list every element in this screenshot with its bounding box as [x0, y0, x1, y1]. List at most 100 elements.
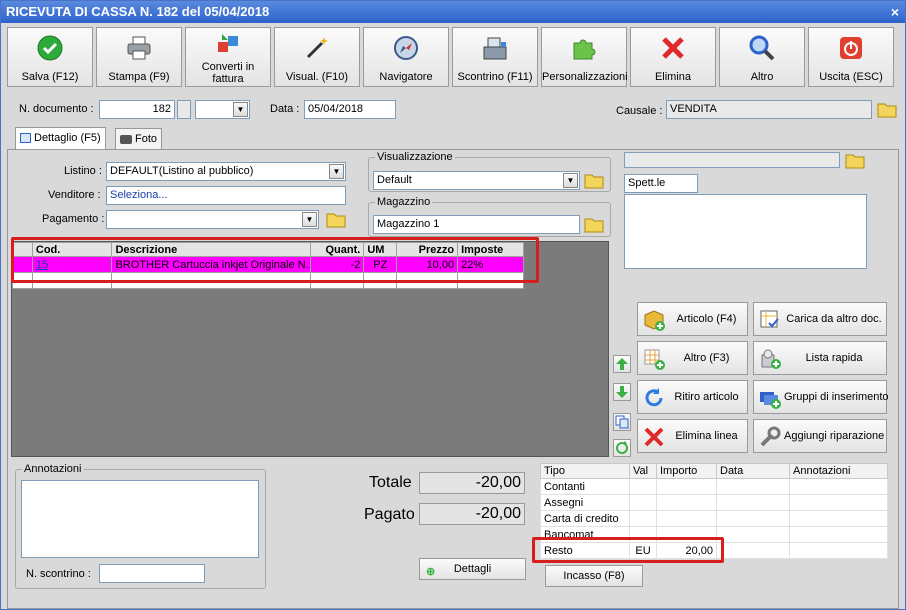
listino-combo[interactable]: DEFAULT(Listino al pubblico) ▼ [106, 162, 346, 181]
spett-input[interactable]: Spett.le [624, 174, 698, 193]
cell-annotazioni[interactable] [789, 478, 888, 495]
col-val: Val [629, 463, 657, 479]
chevron-down-icon[interactable]: ▼ [302, 212, 317, 227]
details-button[interactable]: ⊕ Dettagli [419, 558, 526, 580]
table-row[interactable]: 15 BROTHER Cartuccia inkjet Originale N.… [12, 256, 524, 273]
doc-number-input[interactable]: 182 [99, 100, 175, 119]
close-icon[interactable]: × [891, 1, 899, 23]
delete-line-button[interactable]: Elimina linea [637, 419, 748, 453]
move-down-button[interactable] [613, 383, 631, 401]
add-article-label: Articolo (F4) [676, 313, 737, 325]
folder-icon[interactable] [326, 210, 346, 228]
receipt-button[interactable]: Scontrino (F11) [452, 27, 538, 87]
doc-number-spin[interactable] [177, 100, 191, 119]
cell-descrizione[interactable]: BROTHER Cartuccia inkjet Originale N... [111, 256, 312, 273]
copy-row-button[interactable] [613, 413, 631, 431]
pagato-value: -20,00 [419, 503, 525, 525]
cell-val[interactable] [629, 478, 657, 495]
magic-wand-icon [306, 37, 328, 59]
cell-val[interactable]: EU [629, 542, 657, 559]
other-button[interactable]: Altro [719, 27, 805, 87]
refresh-row-button[interactable] [613, 439, 631, 457]
table-row[interactable]: Assegni [540, 494, 888, 511]
cell-data[interactable] [716, 542, 790, 559]
other-article-button[interactable]: Altro (F3) [637, 341, 748, 375]
cell-importo[interactable] [656, 494, 717, 511]
venditore-input[interactable]: Seleziona... [106, 186, 346, 205]
convert-invoice-button[interactable]: Converti in fattura [185, 27, 271, 87]
folder-icon[interactable] [584, 215, 604, 233]
cell-prezzo[interactable]: 10,00 [396, 256, 459, 273]
visualizzazione-combo[interactable]: Default ▼ [373, 171, 580, 190]
notes-textarea[interactable] [21, 480, 259, 558]
cell-importo[interactable]: 20,00 [656, 542, 717, 559]
print-label: Stampa (F9) [108, 71, 170, 83]
tab-foto[interactable]: Foto [115, 128, 163, 150]
cell-importo[interactable] [656, 478, 717, 495]
cell-annotazioni[interactable] [789, 526, 888, 543]
customer-top-input[interactable] [624, 152, 840, 168]
table-row-empty[interactable] [12, 272, 524, 289]
navigator-button[interactable]: Navigatore [363, 27, 449, 87]
chevron-down-icon[interactable]: ▼ [233, 102, 248, 117]
items-grid[interactable]: Cod. Descrizione Quant. UM Prezzo Impost… [11, 241, 609, 457]
add-repair-button[interactable]: Aggiungi riparazione [753, 419, 887, 453]
scontrino-input[interactable] [99, 564, 205, 583]
cell-cod[interactable]: 15 [31, 256, 113, 273]
load-other-doc-label: Carica da altro doc. [786, 313, 882, 325]
tab-dettaglio[interactable]: Dettaglio (F5) [15, 127, 106, 150]
delete-button[interactable]: Elimina [630, 27, 716, 87]
return-article-button[interactable]: Ritiro articolo [637, 380, 748, 414]
table-row[interactable]: Carta di credito [540, 510, 888, 527]
doc-suffix-combo[interactable]: ▼ [195, 100, 250, 119]
print-button[interactable]: Stampa (F9) [96, 27, 182, 87]
navigator-label: Navigatore [379, 71, 433, 83]
causale-input[interactable]: VENDITA [666, 100, 872, 119]
customize-button[interactable]: Personalizzazioni [541, 27, 628, 87]
receipt-window: RICEVUTA DI CASSA N. 182 del 05/04/2018 … [0, 0, 906, 610]
preview-button[interactable]: Visual. (F10) [274, 27, 360, 87]
receipt-label: Scontrino (F11) [457, 71, 533, 83]
table-row[interactable]: Bancomat [540, 526, 888, 543]
quick-list-button[interactable]: Lista rapida [753, 341, 887, 375]
magazzino-input[interactable]: Magazzino 1 [373, 215, 580, 234]
date-input[interactable]: 05/04/2018 [304, 100, 396, 119]
pagamento-combo[interactable]: ▼ [106, 210, 319, 229]
cell-importo[interactable] [656, 526, 717, 543]
title-bar: RICEVUTA DI CASSA N. 182 del 05/04/2018 … [1, 1, 905, 23]
cell-um[interactable]: PZ [363, 256, 398, 273]
folder-icon[interactable] [584, 171, 604, 189]
cell-data[interactable] [716, 510, 790, 527]
customer-address-box[interactable] [624, 194, 867, 269]
arrow-up-icon [616, 358, 628, 370]
folder-icon[interactable] [877, 100, 897, 118]
row-selector[interactable] [12, 256, 33, 273]
cell-data[interactable] [716, 526, 790, 543]
cell-quant[interactable]: -2 [310, 256, 365, 273]
table-row[interactable]: Contanti [540, 478, 888, 495]
cell-val[interactable] [629, 494, 657, 511]
cell-data[interactable] [716, 478, 790, 495]
doc-number-label: N. documento : [19, 103, 94, 115]
add-article-button[interactable]: Articolo (F4) [637, 302, 748, 336]
chevron-down-icon[interactable]: ▼ [563, 173, 578, 188]
chevron-down-icon[interactable]: ▼ [329, 164, 344, 179]
incasso-button[interactable]: Incasso (F8) [545, 565, 643, 587]
load-other-doc-button[interactable]: Carica da altro doc. [753, 302, 887, 336]
cell-annotazioni[interactable] [789, 510, 888, 527]
exit-button[interactable]: Uscita (ESC) [808, 27, 894, 87]
folder-icon[interactable] [845, 151, 865, 169]
insert-groups-button[interactable]: Gruppi di inserimento [753, 380, 889, 414]
cell-data[interactable] [716, 494, 790, 511]
cell-annotazioni[interactable] [789, 494, 888, 511]
cell-annotazioni[interactable] [789, 542, 888, 559]
save-button[interactable]: Salva (F12) [7, 27, 93, 87]
cell-importo[interactable] [656, 510, 717, 527]
preview-label: Visual. (F10) [285, 71, 349, 83]
table-row[interactable]: Resto EU 20,00 [540, 542, 888, 559]
cell-imposte[interactable]: 22% [457, 256, 524, 273]
cell-val[interactable] [629, 526, 657, 543]
move-up-button[interactable] [613, 355, 631, 373]
exit-label: Uscita (ESC) [819, 71, 883, 83]
cell-val[interactable] [629, 510, 657, 527]
